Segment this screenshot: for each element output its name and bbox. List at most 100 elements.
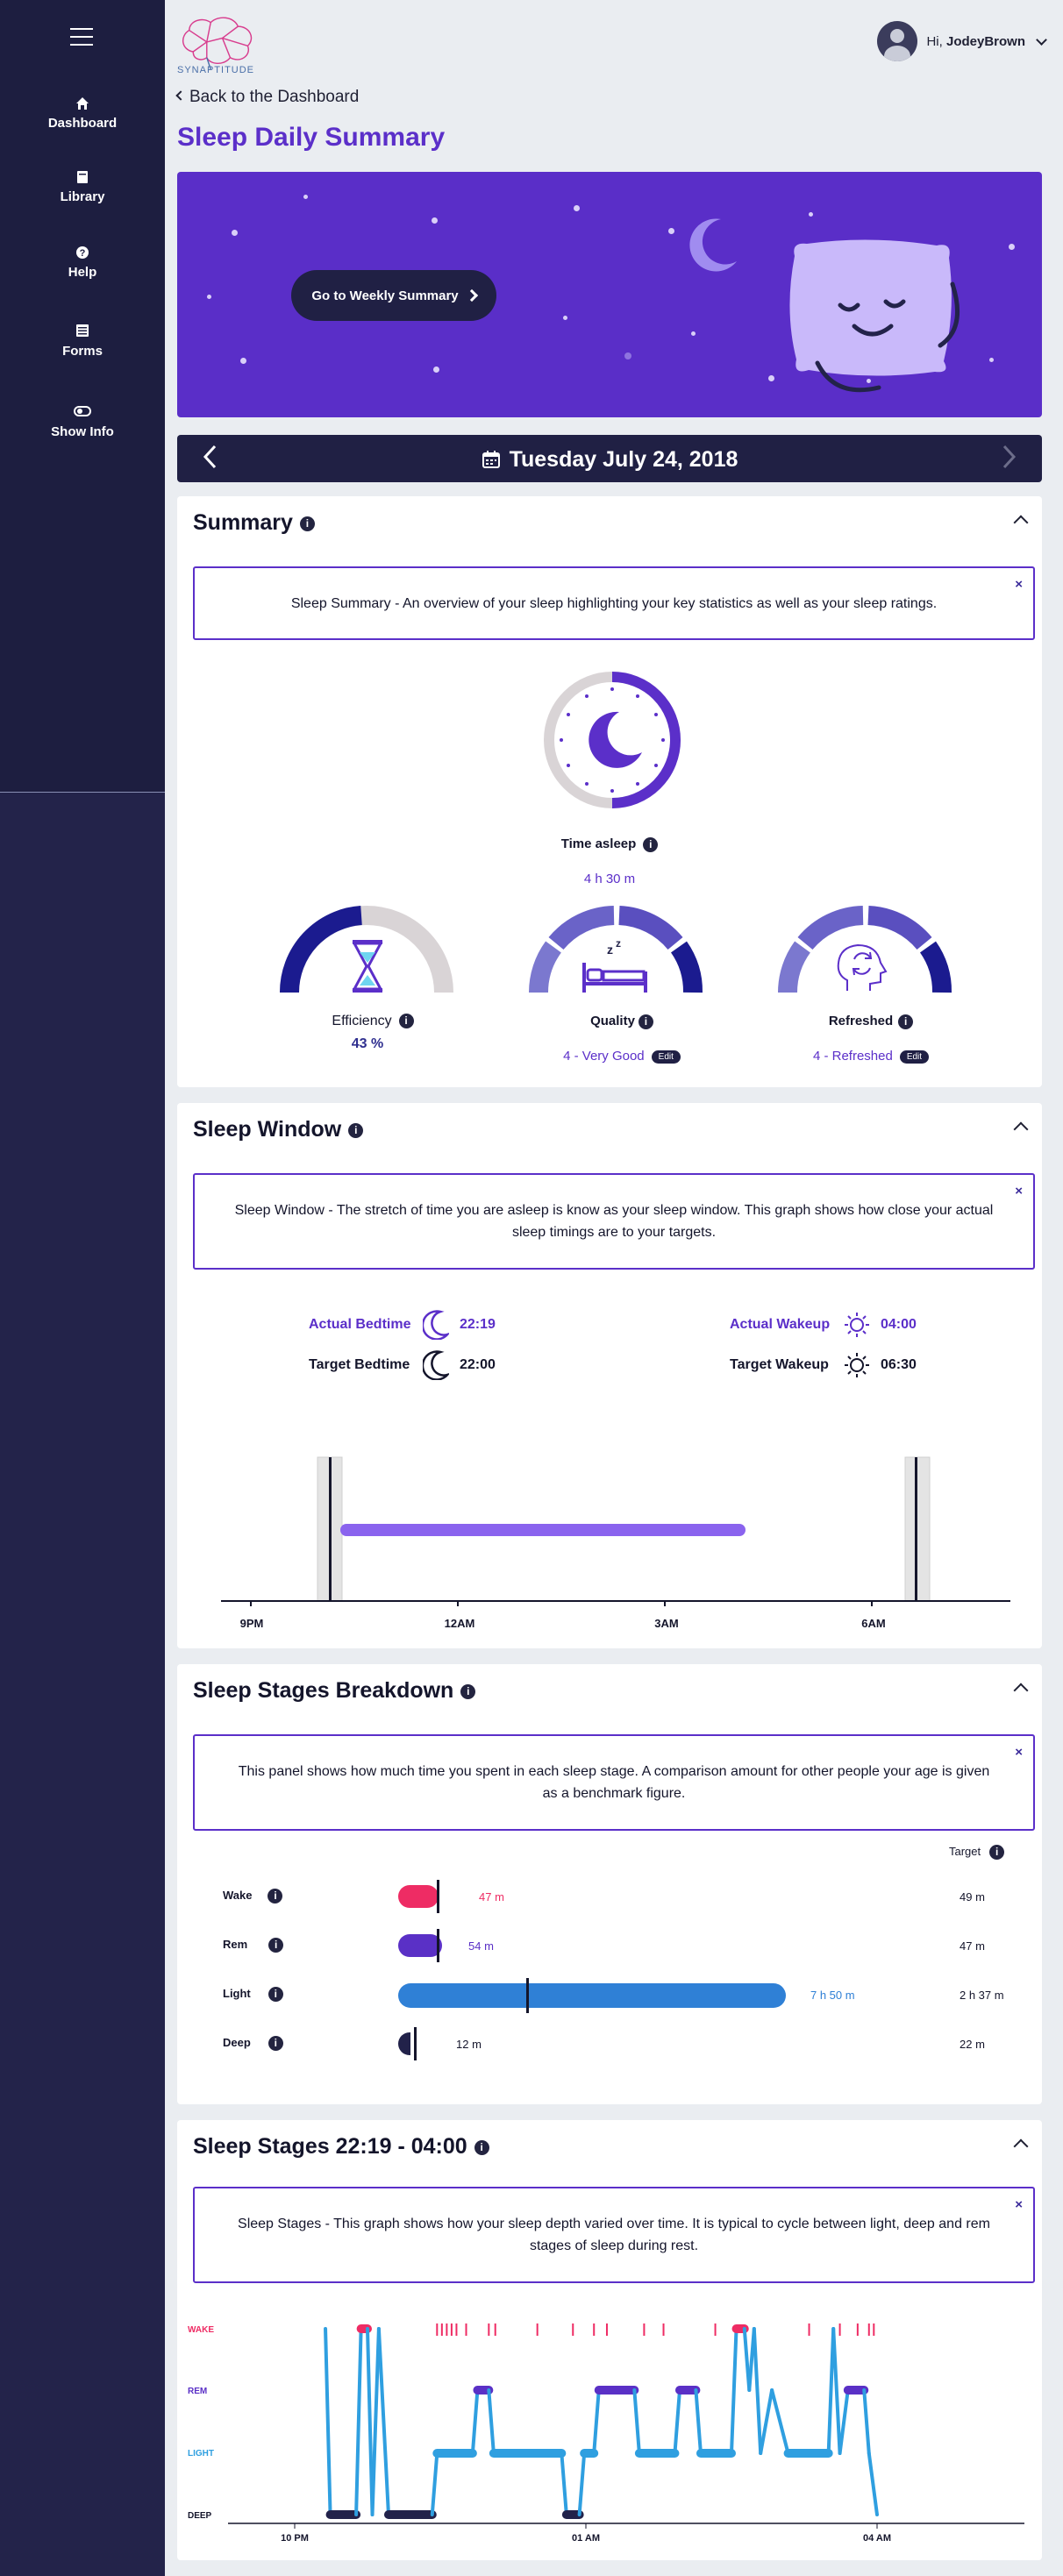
target-bedtime-marker: [329, 1457, 332, 1601]
sidebar-item-forms[interactable]: Forms: [0, 324, 165, 359]
logo[interactable]: SYNAPTITUDE: [174, 12, 270, 79]
info-icon[interactable]: i: [348, 1122, 364, 1138]
target-wakeup-value: 06:30: [881, 1357, 917, 1372]
sidebar-item-library[interactable]: Library: [0, 170, 165, 204]
stage-segment: [632, 2388, 641, 2455]
stages-graph-title-text: Sleep Stages 22:19 - 04:00: [193, 2134, 467, 2159]
collapse-summary-button[interactable]: [1013, 515, 1029, 530]
target-bedtime-value: 22:00: [460, 1357, 496, 1372]
sidebar-item-show-info[interactable]: Show Info: [0, 405, 165, 439]
svg-text:?: ?: [80, 248, 86, 259]
y-label-light: LIGHT: [188, 2449, 214, 2459]
light-value: 7 h 50 m: [810, 1989, 855, 2002]
sidebar-item-help[interactable]: ? Help: [0, 246, 165, 280]
greeting: Hi,: [926, 33, 943, 49]
question-icon: ?: [0, 246, 165, 261]
actual-sleep-window-bar: [340, 1524, 746, 1536]
summary-card: Summary i Sleep Summary - An overview of …: [177, 496, 1042, 1087]
info-icon[interactable]: i: [268, 2036, 283, 2052]
weekly-summary-button[interactable]: Go to Weekly Summary: [291, 270, 496, 321]
collapse-sleep-window-button[interactable]: [1013, 1121, 1029, 1137]
x-tick-label: 10 PM: [281, 2533, 309, 2544]
collapse-stages-graph-button[interactable]: [1013, 2138, 1029, 2154]
stage-label-wake: Wake i: [223, 1889, 283, 1904]
stages-graph-info-text: Sleep Stages - This graph shows how your…: [238, 2217, 990, 2253]
stage-segment: [831, 2327, 842, 2455]
x-tick-label: 3AM: [654, 1617, 679, 1630]
wake-target-marker: [437, 1880, 439, 1913]
sidebar-item-label: Dashboard: [47, 116, 118, 131]
star-decoration: [809, 212, 813, 217]
moon-icon: [423, 1350, 449, 1380]
toggle-icon: [0, 405, 165, 421]
x-tick-label: 04 AM: [863, 2533, 891, 2544]
actual-bedtime-value: 22:19: [460, 1317, 496, 1332]
star-decoration: [207, 295, 211, 299]
user-menu[interactable]: Hi, JodeyBrown: [877, 21, 1047, 61]
next-day-button[interactable]: [1002, 444, 1017, 475]
svg-text:z: z: [616, 937, 621, 950]
hero-banner: Go to Weekly Summary: [177, 172, 1042, 417]
info-icon[interactable]: i: [643, 836, 659, 852]
close-icon[interactable]: ×: [1015, 573, 1023, 595]
collapse-stages-breakdown-button[interactable]: [1013, 1683, 1029, 1698]
info-icon[interactable]: i: [989, 1845, 1005, 1861]
info-icon[interactable]: i: [268, 1987, 283, 2003]
actual-wakeup-label: Actual Wakeup: [730, 1317, 831, 1332]
edit-quality-button[interactable]: Edit: [651, 1050, 681, 1064]
rem-bar: [398, 1934, 442, 1957]
stages-graph-card: Sleep Stages 22:19 - 04:00 i Sleep Stages…: [177, 2120, 1042, 2560]
current-date: Tuesday July 24, 2018: [177, 447, 1042, 473]
summary-title: Summary i: [193, 510, 315, 536]
info-icon[interactable]: i: [299, 516, 315, 531]
info-icon[interactable]: i: [638, 1014, 653, 1029]
close-icon[interactable]: ×: [1015, 1180, 1023, 1202]
bed-icon: z z: [582, 937, 647, 993]
home-icon: [0, 96, 165, 112]
stage-segment: [470, 2388, 480, 2455]
star-decoration: [668, 228, 674, 234]
quality-gauge: z z: [529, 906, 703, 993]
menu-icon[interactable]: [70, 28, 93, 46]
deep-value: 12 m: [456, 2038, 482, 2051]
edit-refreshed-button[interactable]: Edit: [899, 1050, 930, 1064]
info-icon[interactable]: i: [398, 1014, 414, 1029]
x-tick-label: 01 AM: [572, 2533, 600, 2544]
sidebar-item-dashboard[interactable]: Dashboard: [0, 96, 165, 131]
efficiency-label: Efficiency i: [275, 1014, 470, 1029]
close-icon[interactable]: ×: [1015, 1741, 1023, 1763]
info-icon[interactable]: i: [268, 1889, 283, 1904]
wake-target: 49 m: [960, 1890, 985, 1904]
rem-target-marker: [437, 1929, 439, 1962]
refreshed-gauge: [778, 906, 952, 993]
info-icon[interactable]: i: [474, 2139, 489, 2155]
time-asleep-value: 4 h 30 m: [583, 872, 636, 886]
info-icon[interactable]: i: [268, 1938, 284, 1953]
stage-segment: [370, 2327, 381, 2516]
back-to-dashboard-link[interactable]: Back to the Dashboard: [175, 88, 359, 107]
quality-value-text: 4 - Very Good: [563, 1049, 645, 1064]
rem-target: 47 m: [960, 1939, 985, 1953]
date-label: Tuesday July 24, 2018: [509, 447, 738, 472]
sidebar-item-label: Library: [60, 189, 105, 204]
close-icon[interactable]: ×: [1015, 2194, 1023, 2216]
stage-segment: [354, 2327, 363, 2516]
sidebar-item-label: Help: [68, 265, 97, 280]
stage-label-deep: Deep i: [223, 2036, 283, 2052]
book-icon: [0, 170, 165, 186]
info-icon[interactable]: i: [898, 1014, 914, 1029]
deep-target: 22 m: [960, 2038, 985, 2051]
actual-bedtime-label: Actual Bedtime: [309, 1317, 411, 1332]
info-icon[interactable]: i: [460, 1683, 476, 1699]
stage-segment: [430, 2451, 439, 2516]
stage-label-text: Rem: [223, 1938, 248, 1951]
efficiency-value: 43 %: [351, 1036, 384, 1051]
stages-breakdown-info-text: This panel shows how much time you spent…: [238, 1764, 990, 1801]
stage-segment: [867, 2451, 879, 2516]
summary-title-text: Summary: [193, 510, 293, 535]
refreshed-value: 4 - Refreshed Edit: [774, 1049, 968, 1064]
light-target-marker: [526, 1978, 529, 2013]
sun-icon: [845, 1353, 869, 1377]
stages-breakdown-title: Sleep Stages Breakdown i: [193, 1678, 476, 1704]
main-content: SYNAPTITUDE Hi, JodeyBrown Back to the D…: [165, 0, 1063, 2576]
